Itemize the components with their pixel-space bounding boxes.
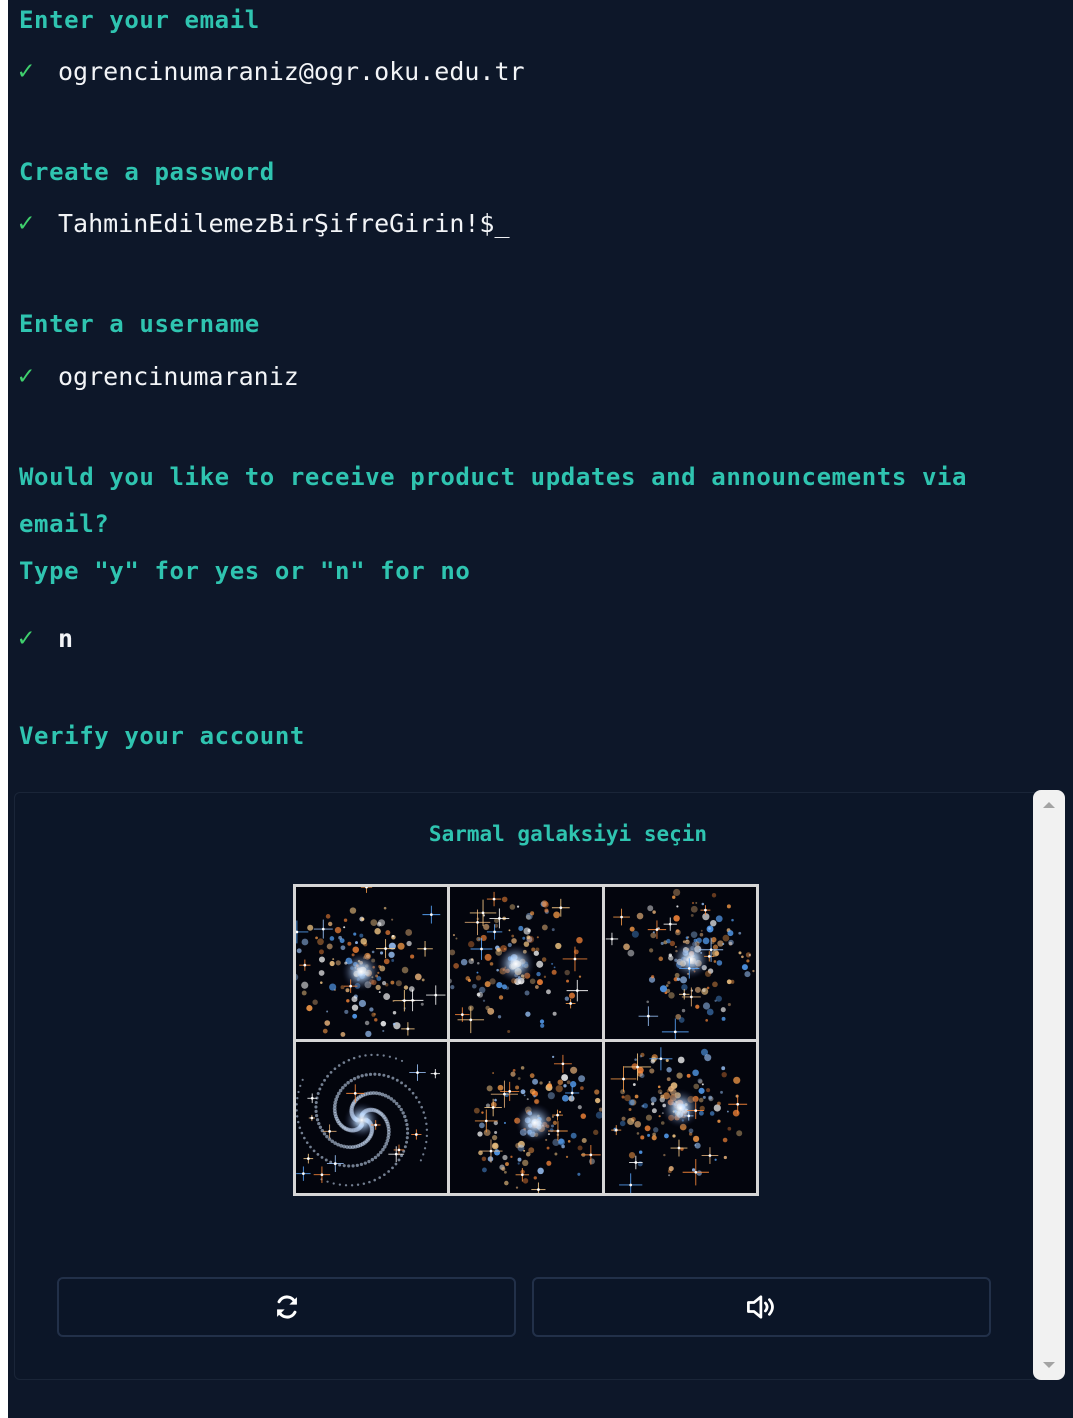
captcha-tile-6[interactable] — [604, 1041, 756, 1193]
username-prompt: Enter a username — [19, 310, 260, 338]
captcha-tile-4[interactable] — [296, 1041, 448, 1193]
scroll-up-arrow-icon[interactable] — [1043, 802, 1055, 808]
check-icon: ✓ — [18, 623, 34, 653]
captcha-tile-5[interactable] — [450, 1041, 602, 1193]
username-value: ogrencinumaraniz — [58, 361, 299, 391]
galaxy-image — [296, 1041, 448, 1193]
refresh-button[interactable] — [57, 1277, 516, 1337]
galaxy-image — [604, 887, 756, 1039]
verify-prompt: Verify your account — [19, 722, 305, 750]
captcha-image-grid — [293, 884, 759, 1196]
galaxy-image — [296, 887, 448, 1039]
galaxy-image — [604, 1041, 756, 1193]
scrollbar[interactable] — [1033, 790, 1065, 1380]
captcha-tile-1[interactable] — [296, 887, 448, 1039]
password-answer: ✓ TahminEdilemezBirŞifreGirin!$_ — [18, 208, 510, 238]
audio-button[interactable] — [532, 1277, 991, 1337]
username-answer: ✓ ogrencinumaraniz — [18, 361, 299, 391]
updates-prompt-line1: Would you like to receive product update… — [19, 463, 968, 491]
check-icon: ✓ — [18, 208, 34, 238]
updates-prompt-line3: Type "y" for yes or "n" for no — [19, 557, 471, 585]
email-prompt: Enter your email — [19, 6, 260, 34]
speaker-icon — [746, 1295, 774, 1319]
password-value: TahminEdilemezBirŞifreGirin!$_ — [58, 208, 510, 238]
email-value: ogrencinumaraniz@ogr.oku.edu.tr — [58, 56, 525, 86]
updates-value: n — [58, 623, 74, 653]
captcha-instruction: Sarmal galaksiyi seçin — [428, 822, 708, 846]
check-icon: ✓ — [18, 361, 34, 391]
galaxy-image — [450, 1041, 602, 1193]
captcha-tile-2[interactable] — [450, 887, 602, 1039]
updates-answer: ✓ n — [18, 623, 73, 653]
galaxy-image — [450, 887, 602, 1039]
password-prompt: Create a password — [19, 158, 275, 186]
refresh-icon — [276, 1295, 297, 1319]
email-answer: ✓ ogrencinumaraniz@ogr.oku.edu.tr — [18, 56, 525, 86]
updates-prompt-line2: email? — [19, 510, 110, 538]
scroll-down-arrow-icon[interactable] — [1043, 1362, 1055, 1368]
captcha-tile-3[interactable] — [604, 887, 756, 1039]
check-icon: ✓ — [18, 56, 34, 86]
